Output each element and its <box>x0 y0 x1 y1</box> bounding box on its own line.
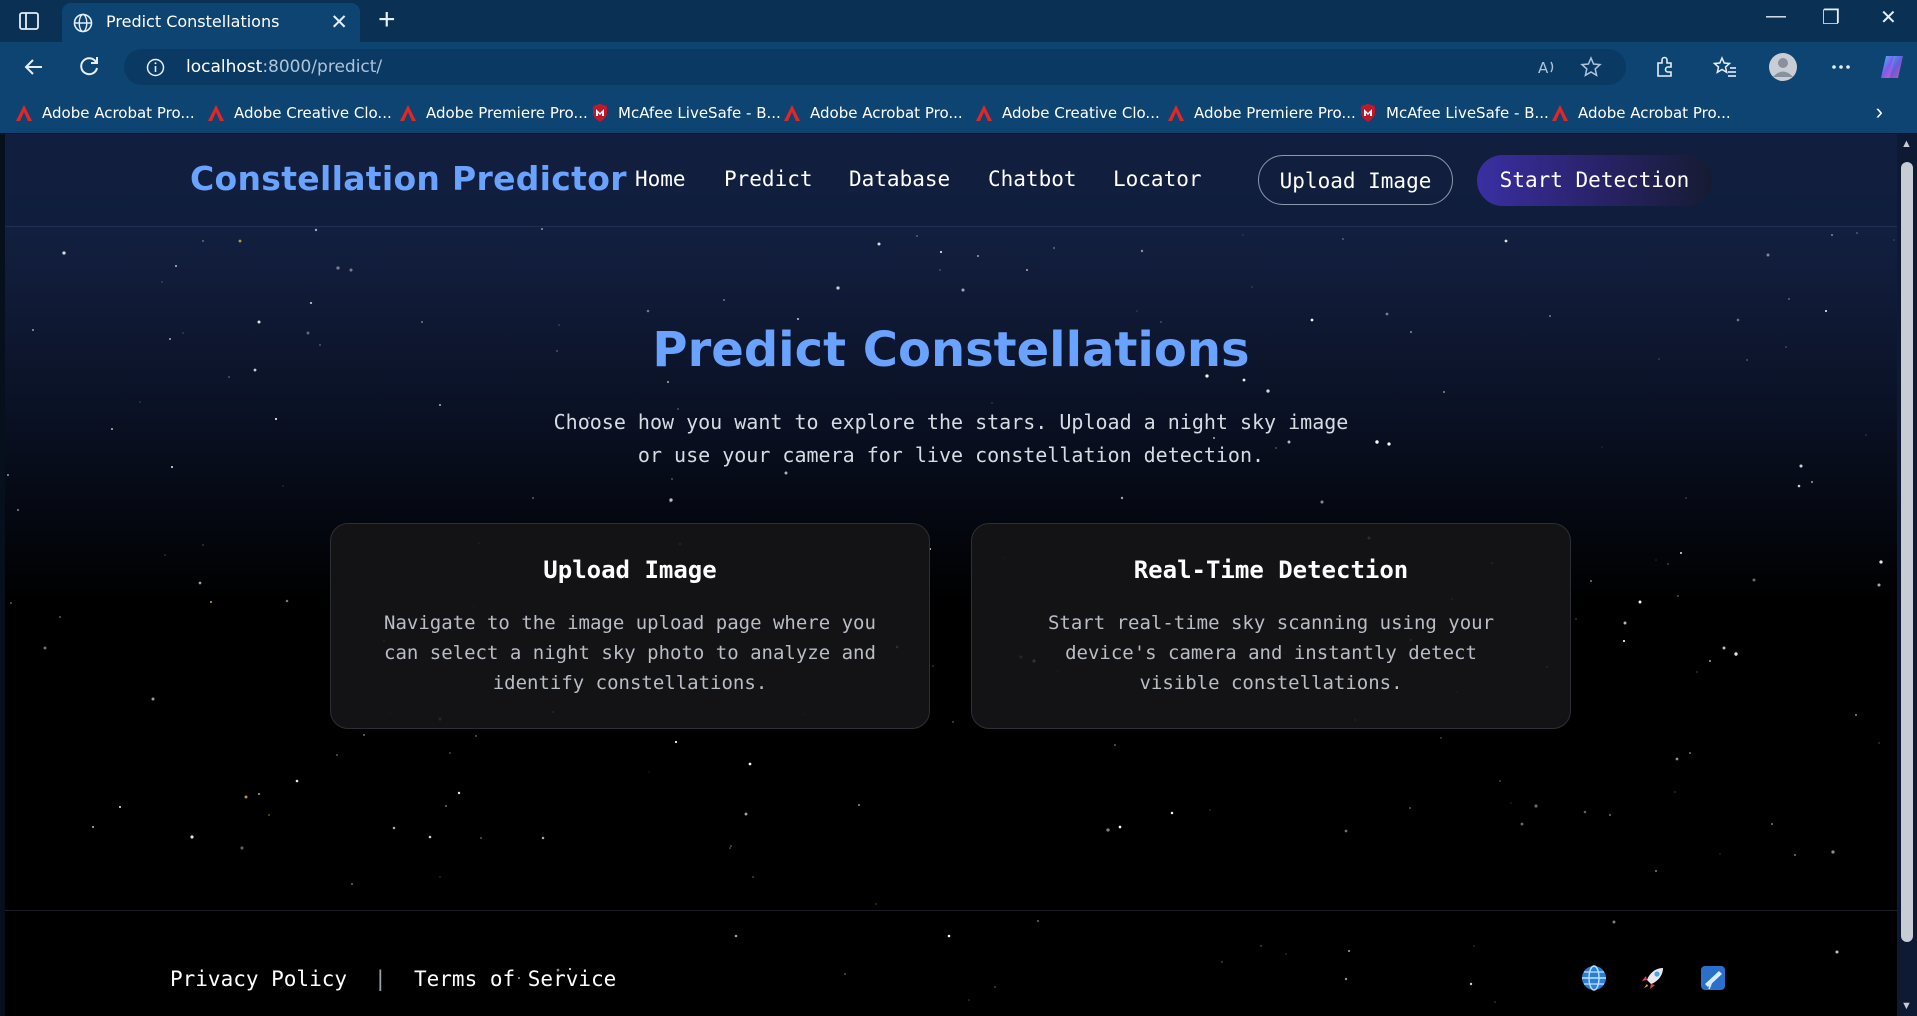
tab-close-icon[interactable]: ✕ <box>330 10 348 35</box>
tab-title: Predict Constellations <box>106 12 280 31</box>
back-arrow-icon[interactable] <box>20 53 48 81</box>
refresh-icon[interactable] <box>75 53 103 81</box>
mcafee-icon <box>593 104 607 122</box>
page-title: Predict Constellations <box>652 322 1250 378</box>
url-text: localhost:8000/predict/ <box>186 57 383 77</box>
adobe-icon <box>784 105 800 121</box>
bookmark-label: Adobe Acrobat Pro... <box>42 104 195 122</box>
upload-image-card[interactable]: Upload Image Navigate to the image uploa… <box>330 523 930 729</box>
bookmarks-more-icon[interactable]: › <box>1876 99 1883 125</box>
bookmark-label: McAfee LiveSafe - B... <box>618 104 781 122</box>
bookmark-label: Adobe Acrobat Pro... <box>1578 104 1731 122</box>
subtitle-line: or use your camera for live constellatio… <box>637 443 1265 467</box>
bookmarks-bar: › Adobe Acrobat Pro... Adobe Creative Clo… <box>0 93 1917 133</box>
url-field[interactable]: localhost:8000/predict/ A <box>124 49 1626 85</box>
realtime-detection-card[interactable]: Real-Time Detection Start real-time sky … <box>971 523 1571 729</box>
terms-of-service-link[interactable]: Terms of Service <box>414 967 616 991</box>
bookmark-item[interactable]: McAfee LiveSafe - B... <box>590 102 781 124</box>
nav-link-chatbot[interactable]: Chatbot <box>988 167 1077 191</box>
footer-separator: | <box>374 967 387 991</box>
privacy-policy-link[interactable]: Privacy Policy <box>170 967 347 991</box>
card-line: can select a night sky photo to analyze … <box>384 642 876 664</box>
globe-icon <box>73 13 93 33</box>
bookmark-label: Adobe Creative Clo... <box>234 104 392 122</box>
page-subtitle: Choose how you want to explore the stars… <box>525 406 1377 472</box>
card-line: Start real-time sky scanning using your <box>1047 612 1495 634</box>
nav-link-home[interactable]: Home <box>635 167 686 191</box>
extensions-icon[interactable] <box>1652 54 1678 80</box>
card-line: identify constellations. <box>492 672 768 694</box>
minimize-button[interactable]: — <box>1766 5 1786 28</box>
bookmark-item[interactable]: McAfee LiveSafe - B... <box>1358 102 1549 124</box>
read-aloud-icon[interactable]: A <box>1536 56 1558 78</box>
nav-link-predict[interactable]: Predict <box>724 167 813 191</box>
favorite-star-icon[interactable] <box>1580 56 1602 78</box>
bookmark-label: Adobe Creative Clo... <box>1002 104 1160 122</box>
bookmark-item[interactable]: Adobe Acrobat Pro... <box>782 102 963 124</box>
restore-button[interactable]: ❐ <box>1822 5 1840 30</box>
tab-actions-icon[interactable] <box>18 10 40 32</box>
card-title: Real-Time Detection <box>1133 556 1409 584</box>
bookmark-item[interactable]: Adobe Acrobat Pro... <box>1550 102 1731 124</box>
bookmark-item[interactable]: Adobe Acrobat Pro... <box>14 102 195 124</box>
mcafee-icon <box>1361 104 1375 122</box>
adobe-icon <box>208 105 224 121</box>
subtitle-line: Choose how you want to explore the stars… <box>553 410 1349 434</box>
new-tab-button[interactable]: + <box>378 3 396 37</box>
adobe-icon <box>1552 105 1568 121</box>
svg-text:A: A <box>1538 59 1549 77</box>
bookmark-label: Adobe Premiere Pro... <box>426 104 588 122</box>
rocket-icon[interactable] <box>1639 964 1667 992</box>
copilot-icon[interactable] <box>1878 53 1906 81</box>
adobe-icon <box>1168 105 1184 121</box>
site-info-icon[interactable] <box>146 58 165 77</box>
scrollbar-thumb[interactable] <box>1901 162 1913 942</box>
bookmark-label: McAfee LiveSafe - B... <box>1386 104 1549 122</box>
site-brand[interactable]: Constellation Predictor <box>190 159 627 198</box>
scroll-up-icon[interactable]: ▲ <box>1901 138 1912 150</box>
scroll-down-icon[interactable]: ▼ <box>1901 1000 1912 1012</box>
starfield-background <box>7 228 1895 1003</box>
card-description: Start real-time sky scanning using your … <box>1002 608 1540 698</box>
address-bar-row: localhost:8000/predict/ A <box>0 42 1917 93</box>
site-navbar: Constellation Predictor Home Predict Dat… <box>5 134 1897 227</box>
card-line: visible constellations. <box>1139 672 1403 694</box>
browser-tab-active[interactable]: Predict Constellations ✕ <box>62 3 360 42</box>
bookmark-item[interactable]: Adobe Creative Clo... <box>974 102 1160 124</box>
globe-icon[interactable] <box>1580 964 1608 992</box>
nav-link-database[interactable]: Database <box>849 167 950 191</box>
adobe-icon <box>400 105 416 121</box>
bookmark-item[interactable]: Adobe Premiere Pro... <box>398 102 588 124</box>
footer-divider <box>5 910 1897 911</box>
telescope-icon[interactable] <box>1699 964 1727 992</box>
bookmark-label: Adobe Premiere Pro... <box>1194 104 1356 122</box>
nav-link-locator[interactable]: Locator <box>1113 167 1202 191</box>
more-options-icon[interactable] <box>1828 54 1854 80</box>
profile-avatar-icon[interactable] <box>1768 52 1798 82</box>
card-title: Upload Image <box>543 556 717 584</box>
adobe-icon <box>16 105 32 121</box>
start-detection-button[interactable]: Start Detection <box>1477 155 1712 206</box>
bookmark-item[interactable]: Adobe Premiere Pro... <box>1166 102 1356 124</box>
card-line: Navigate to the image upload page where … <box>384 612 876 634</box>
card-description: Navigate to the image upload page where … <box>361 608 899 698</box>
page-viewport: Constellation Predictor Home Predict Dat… <box>5 134 1897 1016</box>
adobe-icon <box>976 105 992 121</box>
browser-tab-bar: Predict Constellations ✕ + — ❐ ✕ <box>0 0 1917 42</box>
favorites-icon[interactable] <box>1712 54 1738 80</box>
card-line: device's camera and instantly detect <box>1065 642 1477 664</box>
bookmark-label: Adobe Acrobat Pro... <box>810 104 963 122</box>
bookmark-item[interactable]: Adobe Creative Clo... <box>206 102 392 124</box>
upload-image-button[interactable]: Upload Image <box>1258 155 1453 205</box>
page-scrollbar[interactable]: ▲ ▼ <box>1897 134 1917 1016</box>
window-close-button[interactable]: ✕ <box>1880 5 1897 30</box>
